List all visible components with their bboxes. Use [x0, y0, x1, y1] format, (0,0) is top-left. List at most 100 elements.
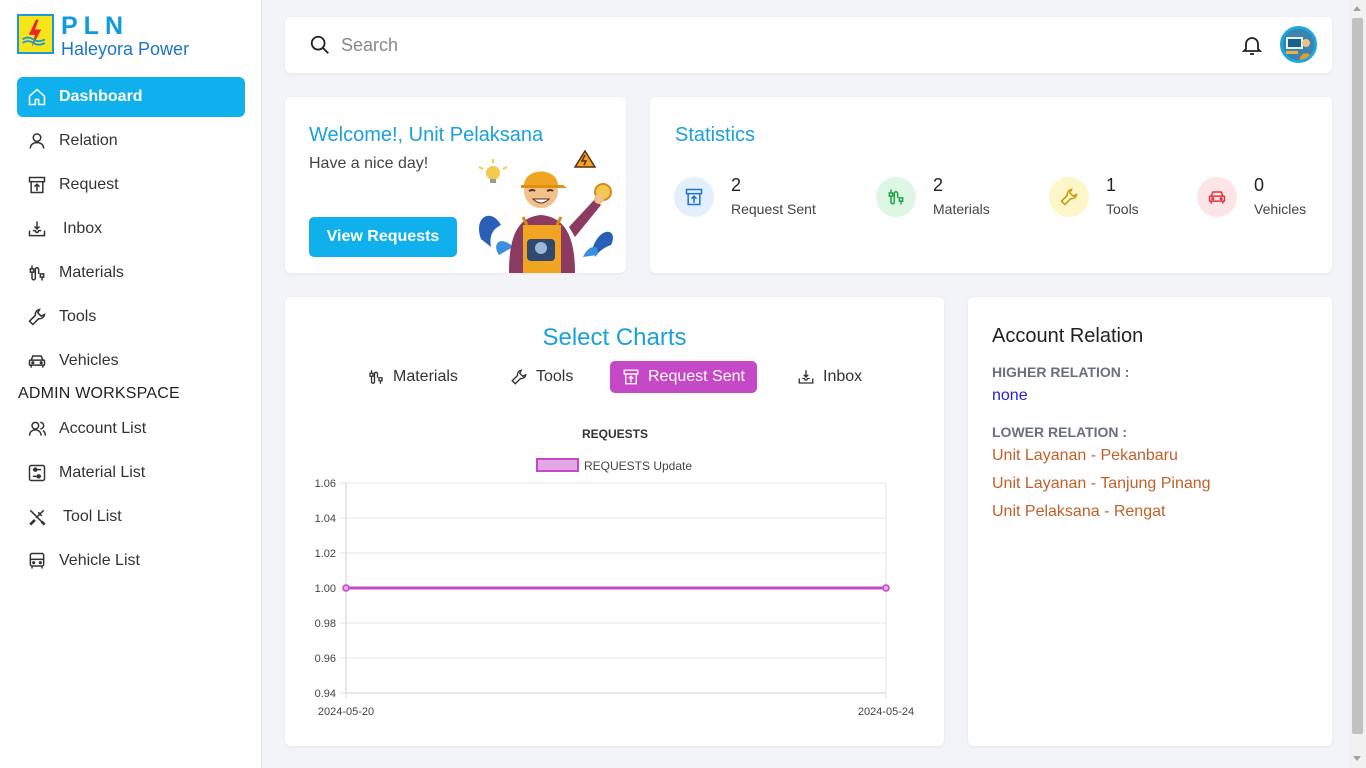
tab-tools[interactable]: Tools — [498, 361, 585, 393]
stat-value: 2 — [731, 175, 742, 195]
sidebar-item-label: Tool List — [63, 508, 122, 525]
sidebar-item-label: Dashboard — [59, 88, 143, 105]
stat-request-sent: 2 Request Sent — [674, 175, 816, 217]
y-axis-ticks: 1.06 1.04 1.02 1.00 0.98 0.96 0.94 — [315, 478, 336, 700]
x-axis-ticks: 2024-05-20 2024-05-24 — [318, 706, 914, 718]
sidebar-item-label: Relation — [59, 132, 118, 149]
car-icon — [27, 351, 47, 371]
search-icon[interactable] — [309, 34, 331, 56]
stat-vehicles: 0 Vehicles — [1197, 175, 1306, 217]
user-icon — [27, 131, 47, 151]
tab-label: Tools — [536, 368, 574, 385]
box-upload-icon — [623, 369, 639, 385]
sidebar-item-vehicles[interactable]: Vehicles — [17, 341, 245, 381]
lower-relation-item[interactable]: Unit Pelaksana - Rengat — [992, 503, 1165, 521]
sidebar-item-account-list[interactable]: Account List — [17, 409, 245, 449]
stat-value: 0 — [1254, 175, 1265, 195]
sidebar-item-tools[interactable]: Tools — [17, 297, 245, 337]
technician-illustration — [471, 147, 623, 273]
requests-line-chart: REQUESTS REQUESTS Update 1.061.041.021.0… — [315, 427, 915, 718]
stat-value: 1 — [1106, 175, 1117, 195]
sidebar-item-tool-list[interactable]: Tool List — [17, 497, 245, 537]
cable-icon — [369, 370, 383, 384]
stat-value: 2 — [933, 175, 944, 195]
tools-cross-icon — [27, 507, 47, 527]
higher-relation-label: HIGHER RELATION : — [992, 364, 1130, 380]
charts-card: Select Charts Materials Tools Request Se… — [285, 297, 944, 746]
lower-relation-item[interactable]: Unit Layanan - Tanjung Pinang — [992, 475, 1211, 493]
charts-title: Select Charts — [542, 324, 687, 351]
relation-title: Account Relation — [992, 325, 1144, 347]
scroll-up-arrow-icon[interactable] — [1353, 6, 1361, 11]
car-icon — [1197, 177, 1237, 217]
box-upload-icon — [27, 175, 47, 195]
x-tick-label: 2024-05-20 — [318, 706, 374, 718]
sidebar-item-label: Vehicle List — [59, 552, 140, 569]
data-point — [882, 584, 890, 592]
stat-label: Request Sent — [731, 201, 816, 217]
brand-subtitle: Haleyora Power — [61, 39, 190, 59]
sidebar-item-label: Materials — [59, 264, 124, 281]
scroll-down-arrow-icon[interactable] — [1353, 756, 1361, 761]
pln-logo-icon — [17, 14, 54, 54]
tab-request-sent[interactable]: Request Sent — [610, 361, 757, 393]
lower-relation-label: LOWER RELATION : — [992, 424, 1128, 440]
sidebar-item-label: Request — [59, 176, 119, 193]
wrench-icon — [511, 369, 527, 385]
sidebar-item-materials[interactable]: Materials — [17, 253, 245, 293]
tab-label: Request Sent — [648, 368, 745, 385]
wrench-icon — [27, 307, 47, 327]
sidebar-item-label: Tools — [59, 308, 97, 325]
sidebar-item-dashboard[interactable]: Dashboard — [17, 77, 245, 117]
avatar[interactable] — [1280, 26, 1317, 63]
tab-label: Materials — [393, 368, 458, 385]
sidebar-item-request[interactable]: Request — [17, 165, 245, 205]
y-tick-label: 1.02 — [315, 548, 336, 560]
brand-logo[interactable]: PLN Haleyora Power — [17, 14, 189, 58]
stat-label: Tools — [1106, 201, 1139, 217]
y-tick-label: 0.96 — [315, 653, 336, 665]
chart-title: REQUESTS — [582, 427, 648, 441]
cable-icon — [27, 263, 47, 283]
search-input[interactable] — [341, 29, 1141, 61]
statistics-card: Statistics 2 Request Sent 2 Materials 1 … — [650, 97, 1332, 273]
y-tick-label: 0.94 — [315, 688, 336, 700]
stat-tools: 1 Tools — [1049, 175, 1139, 217]
account-relation-card: Account Relation HIGHER RELATION : none … — [968, 297, 1332, 746]
top-bar — [285, 17, 1332, 73]
home-icon — [27, 87, 47, 107]
sidebar-item-vehicle-list[interactable]: Vehicle List — [17, 541, 245, 581]
legend-swatch — [536, 458, 579, 472]
cable-icon — [876, 177, 916, 217]
data-point — [342, 584, 350, 592]
stat-label: Materials — [933, 201, 990, 217]
stat-materials: 2 Materials — [876, 175, 990, 217]
sidebar: PLN Haleyora Power Dashboard Relation Re… — [0, 0, 262, 768]
sliders-box-icon — [27, 463, 47, 483]
stat-label: Vehicles — [1254, 201, 1307, 217]
scroll-thumb[interactable] — [1352, 18, 1363, 734]
tab-inbox[interactable]: Inbox — [785, 361, 874, 393]
inbox-download-icon — [798, 370, 814, 384]
tab-label: Inbox — [823, 368, 863, 385]
chart-series — [342, 584, 890, 592]
sidebar-nav: Dashboard Relation Request Inbox Materia… — [17, 77, 245, 585]
notification-bell-icon[interactable] — [1240, 33, 1264, 57]
view-requests-button[interactable]: View Requests — [309, 217, 457, 257]
page-scrollbar[interactable] — [1349, 0, 1366, 768]
sidebar-item-material-list[interactable]: Material List — [17, 453, 245, 493]
box-upload-icon — [674, 177, 714, 217]
y-tick-label: 0.98 — [315, 618, 336, 630]
x-tick-label: 2024-05-24 — [858, 706, 914, 718]
welcome-subtitle: Have a nice day! — [309, 155, 429, 172]
sidebar-item-inbox[interactable]: Inbox — [17, 209, 245, 249]
legend-label: REQUESTS Update — [584, 459, 692, 473]
welcome-title: Welcome!, Unit Pelaksana — [309, 124, 544, 146]
users-icon — [27, 419, 47, 439]
lower-relation-item[interactable]: Unit Layanan - Pekanbaru — [992, 447, 1178, 465]
higher-relation-value: none — [992, 387, 1028, 404]
sidebar-item-relation[interactable]: Relation — [17, 121, 245, 161]
tab-materials[interactable]: Materials — [355, 361, 470, 393]
statistics-title: Statistics — [675, 124, 756, 146]
y-tick-label: 1.06 — [315, 478, 336, 490]
